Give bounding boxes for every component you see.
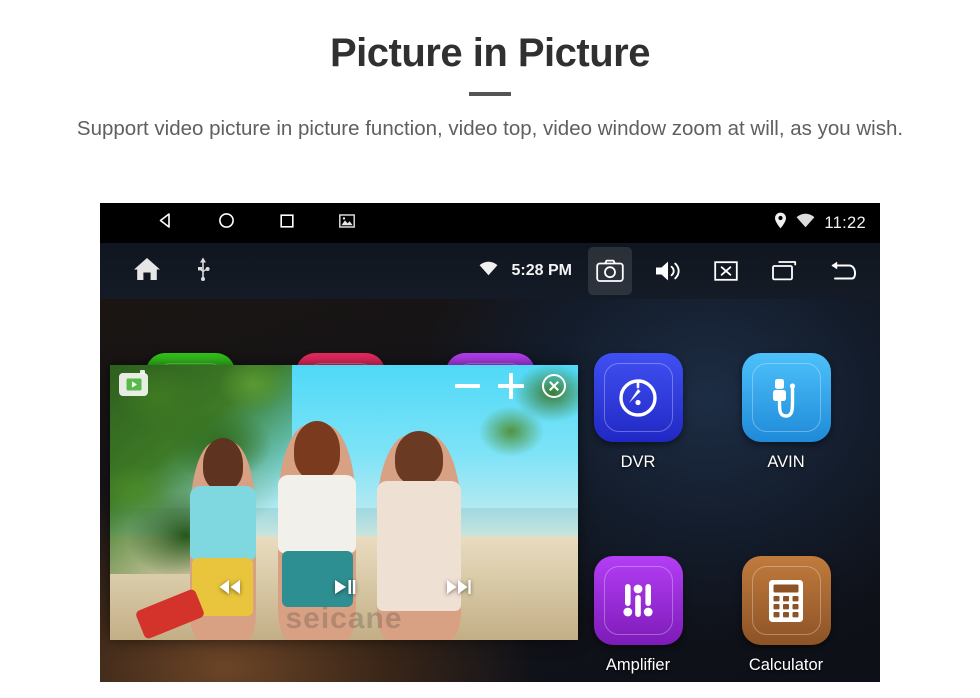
multiwindow-icon[interactable] (762, 247, 806, 295)
pip-window-controls (455, 373, 566, 399)
app-label: Amplifier (605, 656, 671, 674)
app-cell-amplifier[interactable]: Amplifier (560, 556, 716, 675)
close-circle-icon[interactable] (542, 374, 566, 398)
camera-icon[interactable] (588, 247, 632, 295)
app-cell-dvr[interactable]: DVR (560, 353, 716, 472)
page-title: Picture in Picture (330, 31, 650, 75)
app-label: Calculator (748, 656, 824, 674)
toolbar-left-group (100, 256, 210, 287)
device-screen: 11:22 5:28 PM DVR AVIN Amplifier Calcula… (100, 203, 880, 682)
app-cell-avin[interactable]: AVIN (708, 353, 864, 472)
title-divider (469, 92, 511, 96)
amplifier-sliders-icon[interactable] (593, 556, 683, 645)
avin-plug-icon[interactable] (741, 353, 831, 442)
circle-icon[interactable] (218, 212, 235, 234)
app-cell-calculator[interactable]: Calculator (708, 556, 864, 675)
pip-window[interactable]: seicane (110, 365, 578, 640)
minus-icon[interactable] (455, 384, 480, 388)
status-bar-indicators: 11:22 (774, 203, 866, 243)
page-header: Picture in Picture Support video picture… (0, 0, 980, 145)
toolbar-clock: 5:28 PM (511, 262, 572, 279)
video-capture-icon[interactable] (119, 370, 148, 396)
previous-track-icon[interactable] (217, 577, 243, 602)
volume-icon[interactable] (646, 247, 690, 295)
wifi-icon (796, 213, 815, 233)
calculator-icon[interactable] (741, 556, 831, 645)
status-bar-clock: 11:22 (824, 213, 866, 232)
next-track-icon[interactable] (445, 577, 471, 602)
pip-watermark: seicane (285, 602, 403, 635)
pip-transport-controls (110, 577, 578, 602)
location-pin-icon (774, 212, 787, 234)
app-label: AVIN (767, 453, 805, 471)
plus-icon[interactable] (498, 373, 524, 399)
toolbar-right-group: 5:28 PM (479, 243, 864, 299)
app-label: DVR (620, 453, 656, 471)
image-icon[interactable] (339, 213, 355, 233)
launcher-toolbar: 5:28 PM (100, 243, 880, 299)
back-arrow-icon[interactable] (820, 247, 864, 295)
page-subtitle: Support video picture in picture functio… (76, 117, 904, 140)
play-pause-icon[interactable] (331, 577, 357, 602)
close-box-icon[interactable] (704, 247, 748, 295)
usb-icon[interactable] (196, 257, 210, 286)
status-bar-nav-group (100, 212, 355, 234)
home-icon[interactable] (132, 256, 162, 287)
android-status-bar: 11:22 (100, 203, 880, 243)
dvr-gauge-icon[interactable] (593, 353, 683, 442)
square-icon[interactable] (279, 213, 295, 234)
wifi-icon (479, 261, 498, 281)
triangle-left-icon[interactable] (157, 212, 174, 234)
